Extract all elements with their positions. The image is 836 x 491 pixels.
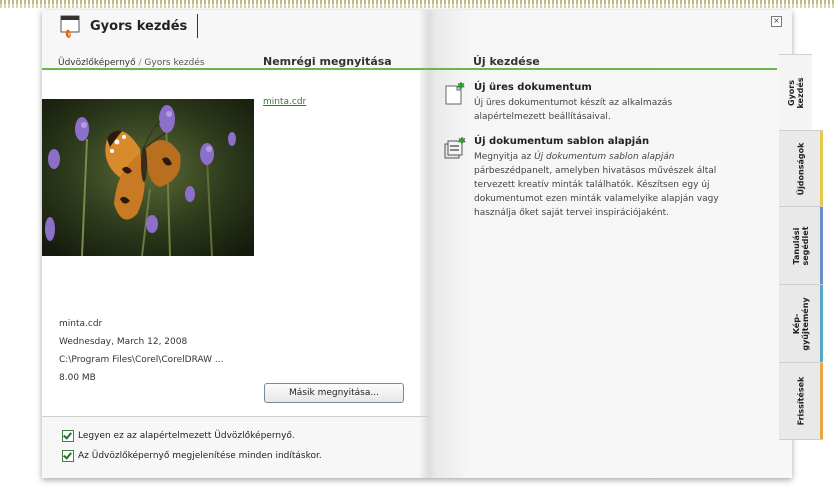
new-template-description: Megnyitja az Új dokumentum sablon alapjá… <box>474 150 719 220</box>
new-template-title[interactable]: Új dokumentum sablon alapján <box>474 136 649 147</box>
new-heading: Új kezdése <box>473 55 540 68</box>
divider-right <box>429 68 777 70</box>
tab-gallery[interactable]: Kép-gyűjtemény <box>779 284 823 364</box>
breadcrumb-separator: / <box>138 58 142 68</box>
recent-heading: Nemrégi megnyitása <box>263 55 392 68</box>
open-other-button[interactable]: Másik megnyitása... <box>264 383 404 403</box>
bottom-divider <box>42 416 429 417</box>
show-on-startup-checkbox-row[interactable]: Az Üdvözlőképernyő megjelenítése minden … <box>62 450 322 462</box>
show-on-startup-checkbox[interactable] <box>62 450 74 462</box>
file-date: Wednesday, March 12, 2008 <box>59 337 188 347</box>
tab-updates[interactable]: Frissítések <box>779 362 823 440</box>
new-blank-description: Új üres dokumentumot készít az alkalmazá… <box>474 98 673 122</box>
file-size: 8.00 MB <box>59 373 96 383</box>
file-name: minta.cdr <box>59 319 103 329</box>
preview-panel: minta.cdr Wednesday, March 12, 2008 C:\P… <box>42 71 255 416</box>
tab-learning-tools-label: Tanulási segédlet <box>792 226 810 266</box>
book-spine <box>420 10 438 478</box>
new-blank-title[interactable]: Új üres dokumentum <box>474 82 592 93</box>
tab-gallery-stripe <box>820 285 823 363</box>
new-blank-document-item[interactable]: Új üres dokumentum Új üres dokumentumot … <box>443 81 703 126</box>
page-title: Gyors kezdés <box>90 19 188 34</box>
show-on-startup-label: Az Üdvözlőképernyő megjelenítése minden … <box>78 451 322 461</box>
recent-files-panel: minta.cdr Másik megnyitása... <box>254 71 420 416</box>
default-welcome-checkbox[interactable] <box>62 430 74 442</box>
new-template-desc-prefix: Megnyitja az <box>474 152 535 162</box>
new-document-icon <box>443 81 467 106</box>
close-icon[interactable]: × <box>771 16 782 27</box>
tab-whats-new-stripe <box>820 131 823 207</box>
tab-whats-new[interactable]: Újdonságok <box>779 130 823 208</box>
tab-updates-stripe <box>820 363 823 439</box>
welcome-screen-window: Gyors kezdés Üdvözlőképernyő / Gyors kez… <box>42 10 792 478</box>
top-dotted-border-2 <box>0 4 836 8</box>
corel-quickstart-icon <box>60 15 80 39</box>
default-welcome-label: Legyen ez az alapértelmezett Üdvözlőképe… <box>78 431 295 441</box>
breadcrumb-home[interactable]: Üdvözlőképernyő <box>58 58 136 68</box>
breadcrumb: Üdvözlőképernyő / Gyors kezdés <box>58 58 205 68</box>
header-separator <box>197 14 198 38</box>
tab-quick-start[interactable]: Gyors kezdés <box>779 54 812 132</box>
breadcrumb-current: Gyors kezdés <box>144 58 205 68</box>
right-page <box>429 10 792 478</box>
default-welcome-checkbox-row[interactable]: Legyen ez az alapértelmezett Üdvözlőképe… <box>62 430 295 442</box>
file-path: C:\Program Files\Corel\CorelDRAW ... <box>59 355 224 365</box>
divider-left <box>42 68 429 70</box>
new-template-desc-italic: Új dokumentum sablon alapján <box>534 152 675 162</box>
tab-learning-tools[interactable]: Tanulási segédlet <box>779 206 823 286</box>
tab-updates-label: Frissítések <box>796 376 806 426</box>
preview-image <box>42 99 254 256</box>
tab-gallery-label: Kép-gyűjtemény <box>792 297 810 351</box>
tab-whats-new-label: Újdonságok <box>796 142 806 196</box>
template-document-icon <box>443 136 467 160</box>
new-from-template-item[interactable]: Új dokumentum sablon alapján Megnyitja a… <box>443 136 719 236</box>
tab-quick-start-label: Gyors kezdés <box>786 77 805 109</box>
recent-file-link[interactable]: minta.cdr <box>263 97 306 107</box>
new-template-desc-suffix: párbeszédpanelt, amelyben hivatásos művé… <box>474 166 719 218</box>
tab-learning-tools-stripe <box>820 207 823 285</box>
